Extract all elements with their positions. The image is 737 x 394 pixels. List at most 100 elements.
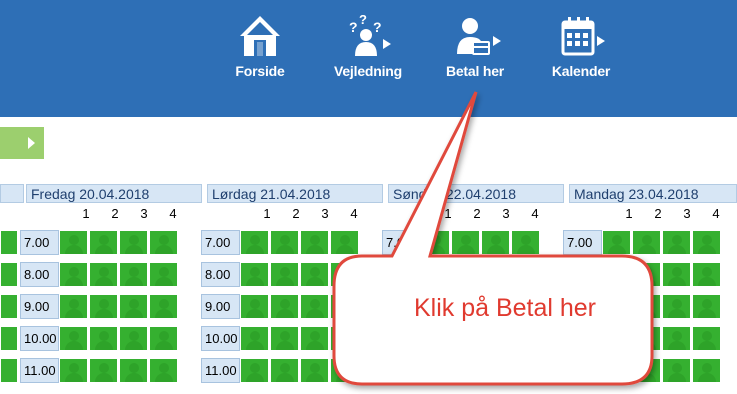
booking-slot[interactable] xyxy=(421,326,450,351)
booking-slot[interactable] xyxy=(149,294,178,319)
booking-slot[interactable] xyxy=(692,358,721,383)
time-cell: 11.00 xyxy=(563,358,602,383)
booking-slot[interactable] xyxy=(59,326,88,351)
booking-slot[interactable] xyxy=(421,262,450,287)
booking-slot[interactable] xyxy=(89,262,118,287)
time-cell: 8.00 xyxy=(382,262,421,287)
booking-slot[interactable] xyxy=(662,326,691,351)
booking-slot[interactable] xyxy=(481,326,510,351)
booking-slot[interactable] xyxy=(300,262,329,287)
booking-slot[interactable] xyxy=(149,326,178,351)
booking-slot[interactable] xyxy=(511,230,540,255)
booking-slot[interactable] xyxy=(632,326,661,351)
booking-slot[interactable] xyxy=(451,358,480,383)
nav-kalender[interactable]: Kalender xyxy=(533,0,629,96)
time-cell: 11.00 xyxy=(201,358,240,383)
booking-slot[interactable] xyxy=(240,294,269,319)
booking-slot[interactable] xyxy=(270,262,299,287)
booking-slot[interactable] xyxy=(0,294,18,319)
nav-forside[interactable]: Forside xyxy=(212,0,308,96)
booking-slot[interactable] xyxy=(149,262,178,287)
time-cell: 11.00 xyxy=(382,358,421,383)
play-arrow-icon xyxy=(28,137,35,149)
booking-slot[interactable] xyxy=(89,230,118,255)
booking-slot[interactable] xyxy=(330,262,359,287)
booking-slot[interactable] xyxy=(632,230,661,255)
booking-slot[interactable] xyxy=(602,230,631,255)
time-cell: 9.00 xyxy=(20,294,59,319)
column-number: 2 xyxy=(654,206,662,221)
booking-slot[interactable] xyxy=(421,230,450,255)
booking-slot[interactable] xyxy=(240,262,269,287)
booking-slot[interactable] xyxy=(662,262,691,287)
booking-slot[interactable] xyxy=(59,262,88,287)
booking-slot[interactable] xyxy=(692,326,721,351)
nav-betal-her[interactable]: Betal her xyxy=(427,0,523,96)
booking-slot[interactable] xyxy=(330,326,359,351)
booking-slot[interactable] xyxy=(602,358,631,383)
booking-slot[interactable] xyxy=(59,230,88,255)
booking-slot[interactable] xyxy=(692,294,721,319)
next-week-button[interactable] xyxy=(0,127,44,159)
booking-slot[interactable] xyxy=(0,326,18,351)
booking-slot[interactable] xyxy=(270,230,299,255)
booking-slot[interactable] xyxy=(270,326,299,351)
booking-slot[interactable] xyxy=(119,230,148,255)
booking-slot[interactable] xyxy=(511,358,540,383)
booking-slot[interactable] xyxy=(662,230,691,255)
booking-slot[interactable] xyxy=(511,262,540,287)
booking-slot[interactable] xyxy=(270,358,299,383)
booking-slot[interactable] xyxy=(119,358,148,383)
booking-slot[interactable] xyxy=(451,262,480,287)
booking-slot[interactable] xyxy=(692,262,721,287)
booking-slot[interactable] xyxy=(632,262,661,287)
day-header: Søndag 22.04.2018 xyxy=(388,184,564,203)
booking-slot[interactable] xyxy=(451,230,480,255)
booking-slot[interactable] xyxy=(421,358,450,383)
booking-slot[interactable] xyxy=(300,294,329,319)
booking-slot[interactable] xyxy=(632,358,661,383)
booking-slot[interactable] xyxy=(481,262,510,287)
booking-slot[interactable] xyxy=(119,262,148,287)
column-number: 3 xyxy=(140,206,148,221)
svg-text:?: ? xyxy=(373,19,382,35)
booking-slot[interactable] xyxy=(119,294,148,319)
booking-slot[interactable] xyxy=(270,294,299,319)
column-number: 1 xyxy=(625,206,633,221)
booking-slot[interactable] xyxy=(59,358,88,383)
booking-slot[interactable] xyxy=(0,230,18,255)
column-number: 4 xyxy=(169,206,177,221)
booking-slot[interactable] xyxy=(89,326,118,351)
booking-slot[interactable] xyxy=(240,358,269,383)
booking-slot[interactable] xyxy=(119,326,148,351)
booking-slot[interactable] xyxy=(662,294,691,319)
booking-slot[interactable] xyxy=(451,326,480,351)
column-number: 3 xyxy=(502,206,510,221)
booking-slot[interactable] xyxy=(300,358,329,383)
column-number: 2 xyxy=(111,206,119,221)
booking-slot[interactable] xyxy=(511,326,540,351)
booking-slot[interactable] xyxy=(692,230,721,255)
booking-slot[interactable] xyxy=(240,326,269,351)
booking-slot[interactable] xyxy=(89,294,118,319)
booking-slot[interactable] xyxy=(602,326,631,351)
svg-text:?: ? xyxy=(359,14,367,27)
booking-slot[interactable] xyxy=(330,358,359,383)
nav-vejledning[interactable]: ? ? ? Vejledning xyxy=(320,0,416,96)
time-cell: 7.00 xyxy=(382,230,421,255)
booking-slot[interactable] xyxy=(481,358,510,383)
booking-slot[interactable] xyxy=(89,358,118,383)
booking-slot[interactable] xyxy=(0,262,18,287)
booking-slot[interactable] xyxy=(330,230,359,255)
booking-slot[interactable] xyxy=(300,326,329,351)
booking-slot[interactable] xyxy=(300,230,329,255)
booking-slot[interactable] xyxy=(0,358,18,383)
booking-slot[interactable] xyxy=(149,230,178,255)
booking-slot[interactable] xyxy=(59,294,88,319)
booking-slot[interactable] xyxy=(240,230,269,255)
column-number: 1 xyxy=(444,206,452,221)
booking-slot[interactable] xyxy=(602,262,631,287)
booking-slot[interactable] xyxy=(481,230,510,255)
booking-slot[interactable] xyxy=(662,358,691,383)
booking-slot[interactable] xyxy=(149,358,178,383)
